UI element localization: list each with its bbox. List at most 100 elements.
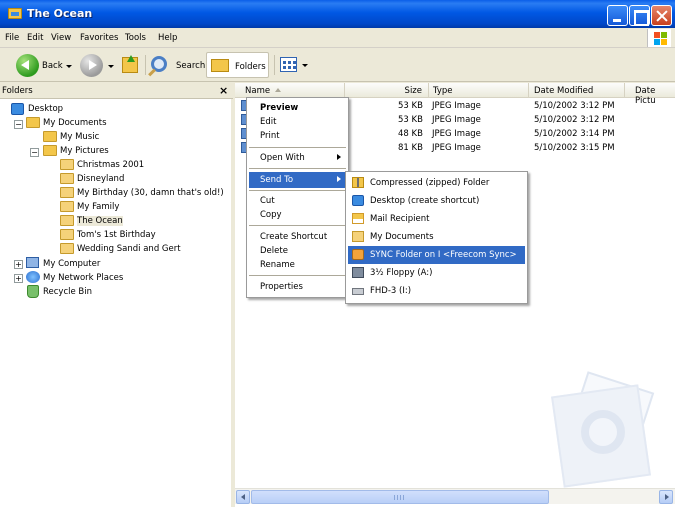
search-icon[interactable] <box>151 56 167 72</box>
collapse-icon[interactable]: − <box>30 148 39 157</box>
views-icon[interactable] <box>280 57 297 72</box>
column-label: Type <box>433 86 453 96</box>
column-type[interactable]: Type <box>429 83 529 98</box>
folders-button-label: Folders <box>235 62 266 72</box>
network-icon <box>26 271 40 283</box>
recycle-bin-icon <box>27 285 39 298</box>
expand-icon[interactable]: + <box>14 260 23 269</box>
menu-item-rename[interactable]: Rename <box>249 257 346 273</box>
send-to-desktop-shortcut[interactable]: Desktop (create shortcut) <box>348 192 525 210</box>
toolbar-separator <box>145 55 146 75</box>
menu-edit[interactable]: Edit <box>27 33 43 43</box>
tree-item-label: My Documents <box>43 118 107 128</box>
back-button-label[interactable]: Back <box>42 61 63 71</box>
tree-item-label: The Ocean <box>77 216 123 226</box>
file-date-modified: 5/10/2002 3:12 PM <box>534 101 615 111</box>
column-label: Name <box>245 86 271 96</box>
tree-item-label: My Family <box>77 202 120 212</box>
column-date-picture-taken[interactable]: Date Pictu <box>625 83 675 106</box>
file-date-modified: 5/10/2002 3:12 PM <box>534 115 615 125</box>
tree-item-label: My Music <box>60 132 100 142</box>
desktop-shortcut-icon <box>352 195 364 206</box>
title-bar[interactable]: The Ocean <box>0 0 675 28</box>
folders-pane-header: Folders × <box>0 83 233 99</box>
my-documents-icon <box>352 231 364 242</box>
folder-icon <box>60 229 74 240</box>
column-label: Date Modified <box>534 86 594 96</box>
sync-folder-icon <box>352 249 364 260</box>
file-date-modified: 5/10/2002 3:14 PM <box>534 129 615 139</box>
file-type: JPEG Image <box>432 143 481 153</box>
folders-pane: Folders × Desktop − My Documents My Musi… <box>0 83 233 507</box>
folder-icon <box>8 8 22 19</box>
forward-arrow-icon[interactable] <box>80 54 103 77</box>
tree-item-label: My Birthday (30, damn that's old!) <box>77 188 224 198</box>
menu-bar: File Edit View Favorites Tools Help <box>0 28 675 48</box>
close-icon[interactable]: × <box>219 84 228 97</box>
window-title: The Ocean <box>27 7 93 20</box>
send-to-mail-recipient[interactable]: Mail Recipient <box>348 210 525 228</box>
back-arrow-icon[interactable] <box>16 54 39 77</box>
views-dropdown-icon[interactable] <box>302 64 308 67</box>
folder-icon <box>60 159 74 170</box>
horizontal-scrollbar[interactable] <box>235 488 675 504</box>
folder-icon <box>60 173 74 184</box>
back-dropdown-icon[interactable] <box>66 65 72 68</box>
close-button[interactable] <box>651 5 672 26</box>
folder-icon <box>60 201 74 212</box>
expand-icon[interactable]: + <box>14 274 23 283</box>
menu-item-print[interactable]: Print <box>249 128 346 144</box>
scroll-right-icon[interactable] <box>659 490 673 504</box>
pictures-watermark-icon <box>551 371 665 488</box>
column-size[interactable]: Size <box>345 83 429 98</box>
tree-item-label: Christmas 2001 <box>77 160 145 170</box>
column-name[interactable]: Name <box>235 83 345 98</box>
my-pictures-icon <box>43 145 57 156</box>
menu-separator <box>249 225 346 226</box>
folder-icon <box>60 187 74 198</box>
tree-item-label: Desktop <box>28 104 64 114</box>
folders-button[interactable]: Folders <box>206 52 269 78</box>
up-folder-icon[interactable] <box>122 55 138 73</box>
file-type: JPEG Image <box>432 115 481 125</box>
menu-favorites[interactable]: Favorites <box>80 33 118 43</box>
send-to-fhd-3-drive[interactable]: FHD-3 (I:) <box>348 282 525 300</box>
menu-item-send-to[interactable]: Send To <box>249 172 346 188</box>
folder-icon <box>60 215 74 226</box>
menu-item-properties[interactable]: Properties <box>249 279 346 295</box>
maximize-button[interactable] <box>629 5 650 26</box>
explorer-window: The Ocean File Edit View Favorites Tools… <box>0 0 675 507</box>
zip-folder-icon <box>352 177 364 188</box>
file-size: 48 KB <box>398 129 423 139</box>
forward-dropdown-icon[interactable] <box>108 65 114 68</box>
tree-item-label: My Network Places <box>43 273 124 283</box>
folders-icon <box>211 59 229 72</box>
tree-item-label: My Computer <box>43 259 101 269</box>
menu-item-copy[interactable]: Copy <box>249 207 346 223</box>
scrollbar-thumb[interactable] <box>251 490 549 504</box>
scroll-left-icon[interactable] <box>236 490 250 504</box>
file-size: 53 KB <box>398 115 423 125</box>
tree-item-label: Tom's 1st Birthday <box>77 230 156 240</box>
send-to-sync-folder[interactable]: SYNC Folder on I <Freecom Sync> <box>348 246 525 264</box>
send-to-floppy[interactable]: 3½ Floppy (A:) <box>348 264 525 282</box>
menu-tools[interactable]: Tools <box>125 33 146 43</box>
menu-view[interactable]: View <box>51 33 71 43</box>
sort-ascending-icon <box>275 88 281 92</box>
send-to-compressed-folder[interactable]: Compressed (zipped) Folder <box>348 174 525 192</box>
collapse-icon[interactable]: − <box>14 120 23 129</box>
menu-item-open-with[interactable]: Open With <box>249 150 346 166</box>
file-type: JPEG Image <box>432 101 481 111</box>
minimize-button[interactable] <box>607 5 628 26</box>
search-button-label[interactable]: Search <box>176 61 205 71</box>
file-date-modified: 5/10/2002 3:15 PM <box>534 143 615 153</box>
column-date-modified[interactable]: Date Modified <box>529 83 625 98</box>
tree-item-label: Disneyland <box>77 174 125 184</box>
menu-help[interactable]: Help <box>158 33 177 43</box>
drive-icon <box>352 288 364 295</box>
toolbar-separator <box>274 55 275 75</box>
menu-file[interactable]: File <box>5 33 19 43</box>
floppy-icon <box>352 267 364 278</box>
send-to-my-documents[interactable]: My Documents <box>348 228 525 246</box>
tree-item-label: My Pictures <box>60 146 109 156</box>
